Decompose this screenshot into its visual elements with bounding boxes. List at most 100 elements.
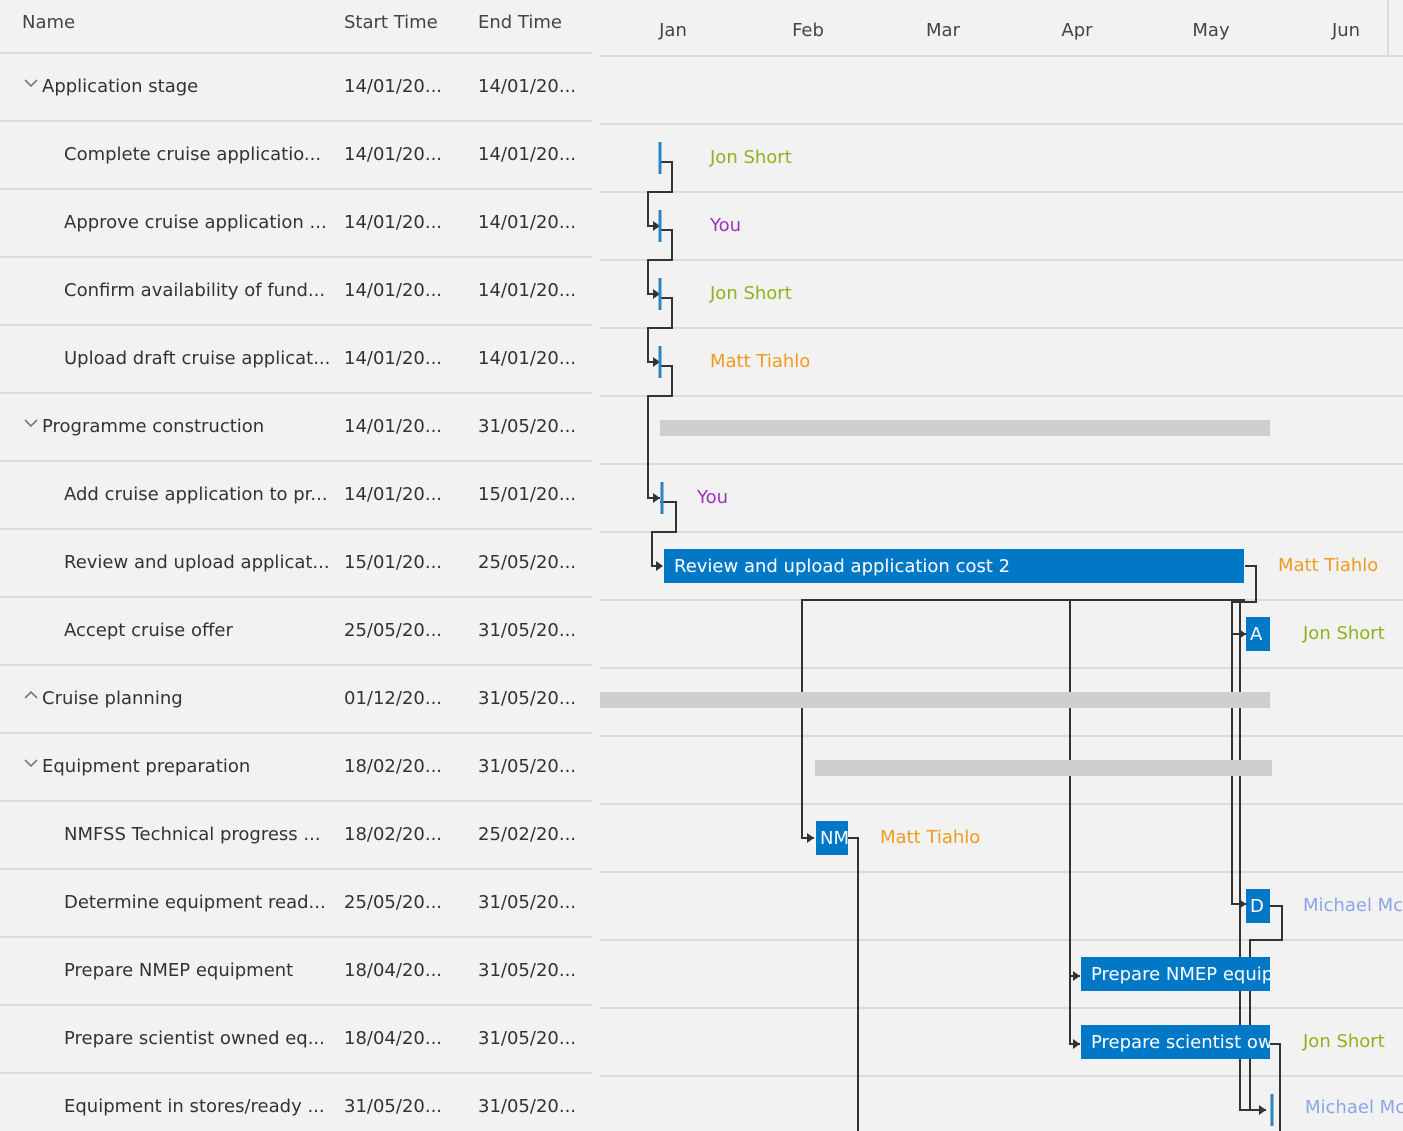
task-start-time: 14/01/20...	[344, 416, 443, 437]
task-name: Application stage	[42, 76, 199, 97]
assignee-label: Matt Tiahlo	[710, 351, 810, 372]
task-start-time: 14/01/20...	[344, 348, 443, 369]
dependency-arrow-icon	[1259, 1105, 1266, 1115]
task-start-time: 15/01/20...	[344, 552, 443, 573]
timeline-month-label: May	[1192, 20, 1230, 41]
chevron-up-icon[interactable]	[22, 686, 40, 704]
assignee-label: Matt Tiahlo	[880, 827, 980, 848]
task-row[interactable]: Equipment in stores/ready ... 31/05/20...…	[0, 1074, 592, 1131]
task-bar-label: NM	[820, 828, 849, 849]
task-end-time: 31/05/20...	[478, 1096, 577, 1117]
task-row[interactable]: Confirm availability of fund... 14/01/20.…	[0, 258, 592, 326]
task-start-time: 25/05/20...	[344, 620, 443, 641]
task-start-time: 01/12/20...	[344, 688, 443, 709]
task-start-time: 18/04/20...	[344, 960, 443, 981]
task-row[interactable]: Approve cruise application ... 14/01/20..…	[0, 190, 592, 258]
task-row[interactable]: Upload draft cruise applicat... 14/01/20.…	[0, 326, 592, 394]
summary-bar-cruise-planning[interactable]	[600, 692, 1270, 708]
task-start-time: 18/04/20...	[344, 1028, 443, 1049]
task-bar-label: A	[1250, 624, 1263, 645]
summary-bar-programme-construction[interactable]	[660, 420, 1270, 436]
timeline-header	[600, 0, 1403, 56]
dependency-connector	[848, 837, 859, 1131]
grid-chart-splitter[interactable]	[592, 0, 600, 1131]
timeline-month-label: Jun	[1331, 20, 1360, 41]
task-bar-label: D	[1250, 896, 1264, 917]
task-name: Approve cruise application ...	[64, 212, 327, 233]
task-end-time: 14/01/20...	[478, 280, 577, 301]
dependency-connector	[801, 599, 1245, 839]
assignee-label: Jon Short	[1302, 623, 1385, 644]
task-name: Determine equipment read...	[64, 892, 326, 913]
task-end-time: 31/05/20...	[478, 620, 577, 641]
task-name: Equipment in stores/ready ...	[64, 1096, 325, 1117]
task-name: Cruise planning	[42, 688, 183, 709]
assignee-label: Michael McC	[1305, 1097, 1403, 1118]
task-name: Equipment preparation	[42, 756, 251, 777]
task-start-time: 18/02/20...	[344, 756, 443, 777]
task-end-time: 31/05/20...	[478, 960, 577, 981]
task-start-time: 14/01/20...	[344, 212, 443, 233]
task-end-time: 14/01/20...	[478, 348, 577, 369]
task-start-time: 14/01/20...	[344, 484, 443, 505]
chevron-down-icon[interactable]	[22, 74, 40, 92]
task-row[interactable]: Prepare NMEP equipment 18/04/20... 31/05/2…	[0, 938, 592, 1006]
task-grid: Name Start Time End Time Application sta…	[0, 0, 592, 1131]
column-header-end-time[interactable]: End Time	[478, 12, 562, 33]
task-row[interactable]: Add cruise application to pr... 14/01/20.…	[0, 462, 592, 530]
dependency-connector	[1069, 600, 1080, 977]
task-end-time: 15/01/20...	[478, 484, 577, 505]
task-end-time: 31/05/20...	[478, 688, 577, 709]
assignee-label: You	[709, 215, 741, 236]
task-name: Programme construction	[42, 416, 265, 437]
task-end-time: 14/01/20...	[478, 144, 577, 165]
task-end-time: 31/05/20...	[478, 892, 577, 913]
gantt-chart-canvas: Jan Feb Mar Apr May Jun Review and upload appl…	[600, 0, 1403, 1131]
task-name: Complete cruise applicatio...	[64, 144, 322, 165]
task-end-time: 25/05/20...	[478, 552, 577, 573]
summary-task-row[interactable]: Equipment preparation 18/02/20... 31/05/20…	[0, 734, 592, 802]
task-start-time: 14/01/20...	[344, 144, 443, 165]
task-end-time: 31/05/20...	[478, 416, 577, 437]
task-row[interactable]: Review and upload applicat... 15/01/20...…	[0, 530, 592, 598]
task-start-time: 25/05/20...	[344, 892, 443, 913]
task-row[interactable]: Accept cruise offer 25/05/20... 31/05/20..…	[0, 598, 592, 666]
task-start-time: 14/01/20...	[344, 280, 443, 301]
assignee-label: You	[696, 487, 728, 508]
assignee-label: Jon Short	[1302, 1031, 1385, 1052]
gantt-chart: Jan Feb Mar Apr May Jun Review and upload appl…	[600, 0, 1403, 1131]
task-name: NMFSS Technical progress ...	[64, 824, 321, 845]
timeline-month-label: Feb	[792, 20, 824, 41]
column-header-name[interactable]: Name	[22, 12, 75, 33]
task-row[interactable]: Prepare scientist owned eq... 18/04/20...…	[0, 1006, 592, 1074]
assignee-label: Michael McC	[1303, 895, 1403, 916]
timeline-month-label: Apr	[1061, 20, 1093, 41]
assignee-label: Matt Tiahlo	[1278, 555, 1378, 576]
task-start-time: 18/02/20...	[344, 824, 443, 845]
summary-bar-equipment-preparation[interactable]	[815, 760, 1272, 776]
dependency-arrow-icon	[1073, 1039, 1080, 1049]
dependency-arrow-icon	[653, 493, 660, 503]
chevron-down-icon[interactable]	[22, 754, 40, 772]
summary-task-row[interactable]: Programme construction 14/01/20... 31/05/2…	[0, 394, 592, 462]
task-end-time: 31/05/20...	[478, 756, 577, 777]
dependency-arrow-icon	[1073, 971, 1080, 981]
task-name: Review and upload applicat...	[64, 552, 330, 573]
task-start-time: 31/05/20...	[344, 1096, 443, 1117]
timeline-month-label: Jan	[658, 20, 687, 41]
task-end-time: 14/01/20...	[478, 76, 577, 97]
task-bar-label: Prepare scientist own	[1091, 1032, 1284, 1053]
timeline-month-label: Mar	[926, 20, 961, 41]
column-header-start-time[interactable]: Start Time	[344, 12, 438, 33]
task-bar-label: Review and upload application cost 2	[674, 556, 1010, 577]
task-name: Prepare NMEP equipment	[64, 960, 294, 981]
task-row[interactable]: Complete cruise applicatio... 14/01/20...…	[0, 122, 592, 190]
task-name: Confirm availability of fund...	[64, 280, 326, 301]
task-row[interactable]: NMFSS Technical progress ... 18/02/20... 2…	[0, 802, 592, 870]
task-name: Upload draft cruise applicat...	[64, 348, 331, 369]
task-row[interactable]: Determine equipment read... 25/05/20... 31…	[0, 870, 592, 938]
summary-task-row[interactable]: Application stage 14/01/20... 14/01/20...	[0, 54, 592, 122]
summary-task-row[interactable]: Cruise planning 01/12/20... 31/05/20...	[0, 666, 592, 734]
chevron-down-icon[interactable]	[22, 414, 40, 432]
task-bar-label: Prepare NMEP equipm	[1091, 964, 1291, 985]
